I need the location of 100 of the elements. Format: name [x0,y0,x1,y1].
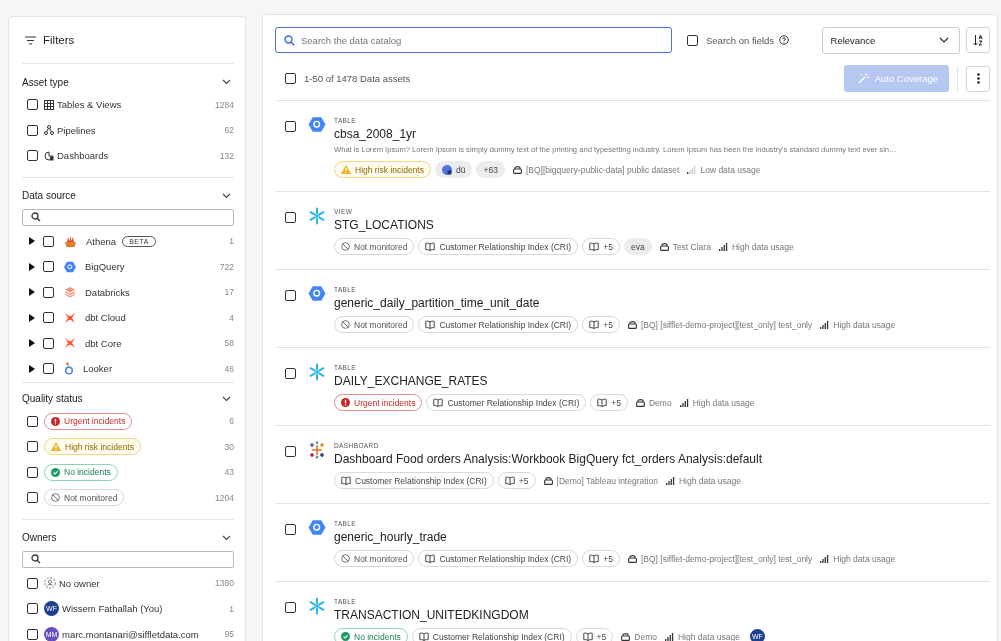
glossary-term-chip: Customer Relationship Index (CRI) [411,628,572,641]
filter-option[interactable]: marc.montanari@siffletdata.com [62,628,199,640]
snowflake-logo-icon [308,363,326,381]
chevron-icon [939,37,950,43]
glossary-term-chip: Customer Relationship Index (CRI) [334,472,494,489]
checkbox[interactable] [43,261,54,273]
help-icon [779,35,790,45]
row-checkbox[interactable] [285,368,296,379]
filter-option[interactable]: BigQuery [85,261,125,273]
warning-icon [51,442,61,452]
book-icon [425,242,436,251]
sort-order-button[interactable] [966,27,990,53]
more-options-button[interactable] [966,65,990,92]
dbt-logo-icon [64,337,76,350]
filter-option[interactable]: dbt Cloud [85,312,126,324]
row-checkbox[interactable] [285,524,296,535]
search-icon [31,212,41,222]
checkbox[interactable] [27,577,38,589]
expand-triangle-icon[interactable] [29,288,35,297]
checkbox[interactable] [43,235,54,247]
filter-option[interactable]: Looker [83,363,113,375]
section-title: Asset type [22,76,69,88]
database-icon [621,632,631,641]
asset-name[interactable]: TRANSACTION_UNITEDKINGDOM [334,607,765,623]
status-badge: Urgent incidents [44,412,133,430]
book-icon [425,320,436,329]
status-badge: Not monitored [334,550,415,567]
sort-select[interactable]: Relevance [821,26,961,54]
checkbox[interactable] [27,415,38,427]
book-icon [341,476,351,485]
prohibited-icon [341,242,350,251]
data-usage-label: High data usage [820,553,896,564]
expand-triangle-icon[interactable] [29,313,35,322]
option-count: 6 [229,416,234,427]
looker-logo-icon [64,362,74,376]
checkbox[interactable] [27,150,38,162]
prohibited-icon [51,493,60,503]
chevron-icon[interactable] [222,395,231,402]
expand-triangle-icon[interactable] [29,262,35,271]
expand-triangle-icon[interactable] [29,237,35,246]
option-count: 30 [224,441,234,452]
glossary-term-chip: Customer Relationship Index (CRI) [426,394,587,411]
search-field[interactable] [22,550,234,568]
search-icon [284,34,295,46]
checkbox[interactable] [687,34,698,46]
book-icon [582,632,593,641]
select-all-checkbox[interactable] [285,73,296,84]
checkbox[interactable] [27,492,38,504]
filter-option[interactable]: dbt Core [85,337,122,349]
checkbox[interactable] [27,124,38,136]
row-checkbox[interactable] [285,212,296,223]
option-count: 132 [219,150,234,161]
chevron-icon[interactable] [222,534,231,541]
asset-name[interactable]: cbsa_2008_1yr [334,126,897,142]
asset-name[interactable]: DAILY_EXCHANGE_RATES [334,373,755,389]
status-badge: No incidents [44,463,118,481]
glossary-term-chip: Customer Relationship Index (CRI) [418,238,579,255]
checkbox[interactable] [27,628,38,640]
row-checkbox[interactable] [285,602,296,613]
filter-option[interactable]: Athena [86,235,117,247]
asset-name[interactable]: generic_hourly_trade [334,529,896,545]
asset-name[interactable]: generic_daily_partition_time_unit_date [334,295,896,311]
row-checkbox[interactable] [285,121,296,132]
section-title: Quality status [22,393,83,404]
search-field[interactable]: Search the data catalog [275,27,672,53]
expand-triangle-icon[interactable] [29,339,35,348]
checkbox[interactable] [43,337,54,349]
data-usage-label: Low data usage [687,164,761,175]
option-count: 4 [229,312,234,323]
option-count: 58 [224,338,234,349]
filter-option[interactable]: Wissem Fathallah (You) [62,603,163,615]
checkbox[interactable] [43,312,54,324]
status-badge: Not monitored [334,316,415,333]
option-count: 1 [229,236,234,247]
checkbox[interactable] [43,286,54,298]
row-checkbox[interactable] [285,446,296,457]
chevron-icon[interactable] [222,79,231,85]
checkbox[interactable] [27,99,38,111]
expand-triangle-icon[interactable] [29,364,35,373]
filter-option[interactable]: Pipelines [57,124,96,136]
checkbox[interactable] [43,363,54,375]
no-owner-icon [44,577,56,590]
checkbox[interactable] [27,603,38,615]
asset-name[interactable]: Dashboard Food orders Analysis:Workbook BigQuery fct_orders Analysis:default [334,451,762,467]
filter-option[interactable]: Tables & Views [57,99,122,111]
chevron-icon[interactable] [222,192,231,199]
option-count: 1380 [215,578,234,589]
asset-name[interactable]: STG_LOCATIONS [334,217,794,233]
database-icon [627,554,637,563]
checkbox[interactable] [27,441,38,453]
checkbox-label: Search on fields [706,34,775,46]
row-checkbox[interactable] [285,290,296,301]
filter-option[interactable]: Databricks [85,286,130,298]
checkbox[interactable] [27,466,38,478]
check-circle-icon [341,632,350,641]
filter-option[interactable]: No owner [59,577,100,589]
filter-option[interactable]: Dashboards [57,150,109,162]
more-owners-badge: +63 [476,161,505,178]
option-count: 1 [229,603,234,614]
search-field[interactable] [22,208,234,226]
